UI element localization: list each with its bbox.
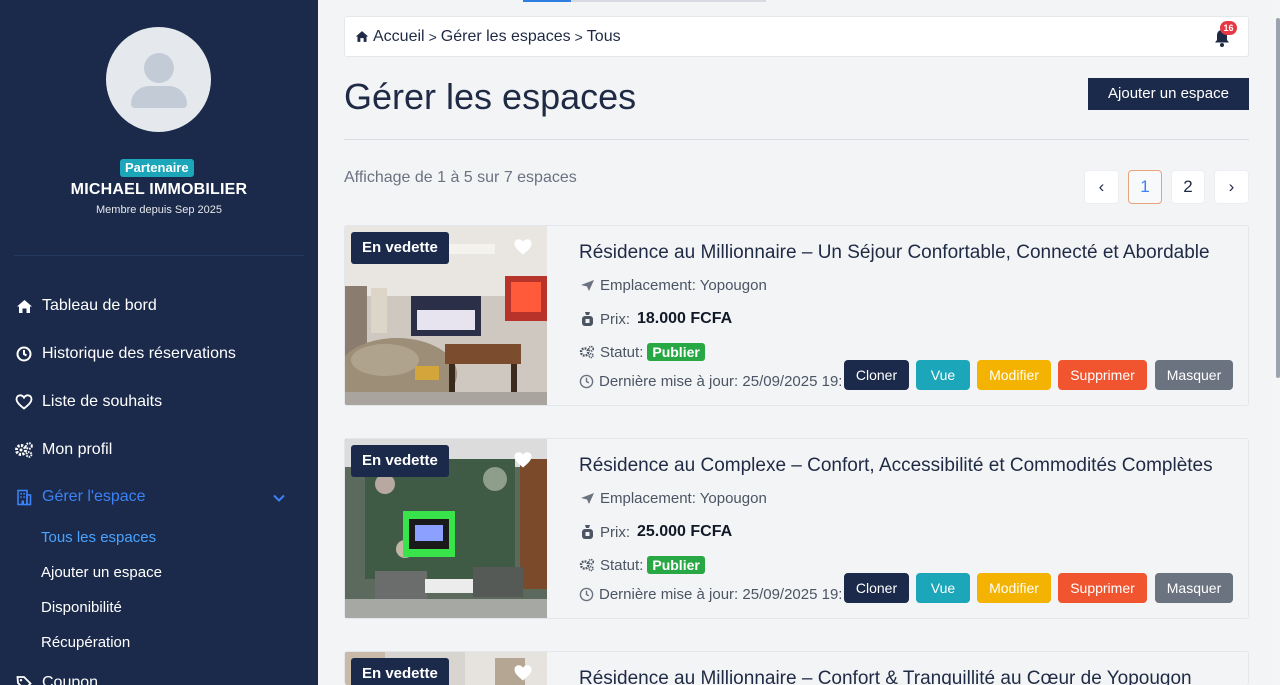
listing-price-value: 25.000 FCFA <box>637 523 733 540</box>
username: MICHAEL IMMOBILIER <box>70 181 248 198</box>
avatar-head-shape <box>144 53 174 83</box>
sidebar-item-label: Coupon <box>42 674 99 685</box>
edit-button[interactable]: Modifier <box>977 573 1051 603</box>
submenu-item-availability[interactable]: Disponibilité <box>41 599 122 616</box>
home-icon <box>14 296 34 316</box>
listing-status: Statut: Publier <box>579 343 705 361</box>
listing-card: En vedette Résidence au Millionnaire – U… <box>344 225 1249 406</box>
breadcrumb-current: Tous <box>586 27 621 45</box>
role-badge: Partenaire <box>120 159 194 177</box>
sidebar-item-profile[interactable]: Mon profil <box>14 440 112 460</box>
submenu-item-add-space[interactable]: Ajouter un espace <box>41 564 162 581</box>
breadcrumb-separator: > <box>428 28 437 45</box>
gears-icon <box>579 557 595 573</box>
listing-status: Statut: Publier <box>579 556 705 574</box>
edit-button[interactable]: Modifier <box>977 360 1051 390</box>
breadcrumb-home-link[interactable]: Accueil <box>373 28 425 46</box>
featured-badge: En vedette <box>351 232 449 264</box>
view-button[interactable]: Vue <box>916 573 970 603</box>
avatar-body-shape <box>131 86 187 108</box>
add-space-button[interactable]: Ajouter un espace <box>1088 78 1249 110</box>
breadcrumb-manage-link[interactable]: Gérer les espaces <box>441 28 571 46</box>
pagination-next-button[interactable]: › <box>1214 170 1249 204</box>
page-title: Gérer les espaces <box>344 76 637 117</box>
clone-button[interactable]: Cloner <box>844 360 909 390</box>
sidebar-item-dashboard[interactable]: Tableau de bord <box>14 296 157 316</box>
delete-button[interactable]: Supprimer <box>1058 573 1147 603</box>
listing-location-text: Emplacement: Yopougon <box>600 277 767 294</box>
status-badge: Publier <box>647 343 705 361</box>
chevron-down-icon[interactable] <box>272 491 286 505</box>
sidebar: Partenaire MICHAEL IMMOBILIER Membre dep… <box>0 0 318 685</box>
sidebar-item-coupon[interactable]: Coupon <box>14 673 98 685</box>
gears-icon <box>14 440 34 460</box>
listing-title[interactable]: Résidence au Complexe – Confort, Accessi… <box>579 455 1213 477</box>
building-icon <box>14 487 34 507</box>
listing-title[interactable]: Résidence au Millionnaire – Un Séjour Co… <box>579 242 1210 264</box>
listing-price-label: Prix: <box>600 310 630 328</box>
listing-actions: Cloner Vue Modifier Supprimer Masquer <box>345 573 1248 603</box>
submenu-item-recovery[interactable]: Récupération <box>41 634 130 651</box>
status-badge: Publier <box>647 556 705 574</box>
tag-icon <box>14 673 34 685</box>
sidebar-item-manage-space[interactable]: Gérer l'espace <box>14 487 146 507</box>
clock-icon <box>14 344 34 364</box>
listing-price-label: Prix: <box>600 523 630 541</box>
money-bag-icon <box>579 524 595 540</box>
listing-location-text: Emplacement: Yopougon <box>600 490 767 507</box>
member-since: Membre depuis Sep 2025 <box>96 204 222 216</box>
sidebar-item-label: Tableau de bord <box>42 297 157 314</box>
money-bag-icon <box>579 311 595 327</box>
heart-icon[interactable] <box>513 451 533 469</box>
listing-status-label: Statut: <box>600 343 644 361</box>
listing-price-value: 18.000 FCFA <box>637 310 733 327</box>
listing-price: Prix: 25.000 FCFA <box>579 523 732 541</box>
view-button[interactable]: Vue <box>916 360 970 390</box>
top-tab-indicator <box>523 0 766 2</box>
sidebar-item-label: Mon profil <box>42 441 113 458</box>
sidebar-item-label: Historique des réservations <box>42 345 236 362</box>
heart-icon <box>14 392 34 412</box>
featured-badge: En vedette <box>351 658 449 685</box>
top-tab-indicator-active <box>523 0 571 2</box>
hide-button[interactable]: Masquer <box>1155 360 1233 390</box>
breadcrumb: Accueil > Gérer les espaces > Tous <box>344 16 1249 57</box>
hide-button[interactable]: Masquer <box>1155 573 1233 603</box>
paper-plane-icon <box>579 278 595 294</box>
listing-photo[interactable]: En vedette <box>345 652 547 685</box>
results-summary: Affichage de 1 à 5 sur 7 espaces <box>344 169 577 186</box>
listing-price: Prix: 18.000 FCFA <box>579 310 732 328</box>
submenu-item-all-spaces[interactable]: Tous les espaces <box>41 529 156 546</box>
pagination-page-2[interactable]: 2 <box>1171 170 1205 204</box>
heart-icon[interactable] <box>513 238 533 256</box>
sidebar-item-label: Gérer l'espace <box>42 488 146 505</box>
sidebar-item-label: Liste de souhaits <box>42 393 163 410</box>
notification-count-badge: 16 <box>1220 21 1237 35</box>
breadcrumb-separator: > <box>574 28 583 45</box>
avatar[interactable] <box>106 27 211 132</box>
paper-plane-icon <box>579 491 595 507</box>
sidebar-divider <box>14 255 304 256</box>
home-icon[interactable] <box>355 30 369 43</box>
listing-location: Emplacement: Yopougon <box>579 490 767 507</box>
listing-location: Emplacement: Yopougon <box>579 277 767 294</box>
listing-title[interactable]: Résidence au Millionnaire – Confort & Tr… <box>579 668 1192 685</box>
gears-icon <box>579 344 595 360</box>
listing-actions: Cloner Vue Modifier Supprimer Masquer <box>345 360 1248 390</box>
pagination-page-1[interactable]: 1 <box>1128 170 1162 204</box>
clone-button[interactable]: Cloner <box>844 573 909 603</box>
listing-status-label: Statut: <box>600 556 644 574</box>
scrollbar-thumb[interactable] <box>1276 18 1280 378</box>
heart-icon[interactable] <box>513 664 533 682</box>
featured-badge: En vedette <box>351 445 449 477</box>
pagination-prev-button[interactable]: ‹ <box>1084 170 1119 204</box>
header-divider <box>344 139 1249 140</box>
delete-button[interactable]: Supprimer <box>1058 360 1147 390</box>
sidebar-item-booking-history[interactable]: Historique des réservations <box>14 344 236 364</box>
listing-card: En vedette Résidence au Complexe – Confo… <box>344 438 1249 619</box>
sidebar-item-wishlist[interactable]: Liste de souhaits <box>14 392 162 412</box>
listing-card: En vedette Résidence au Millionnaire – C… <box>344 651 1249 685</box>
